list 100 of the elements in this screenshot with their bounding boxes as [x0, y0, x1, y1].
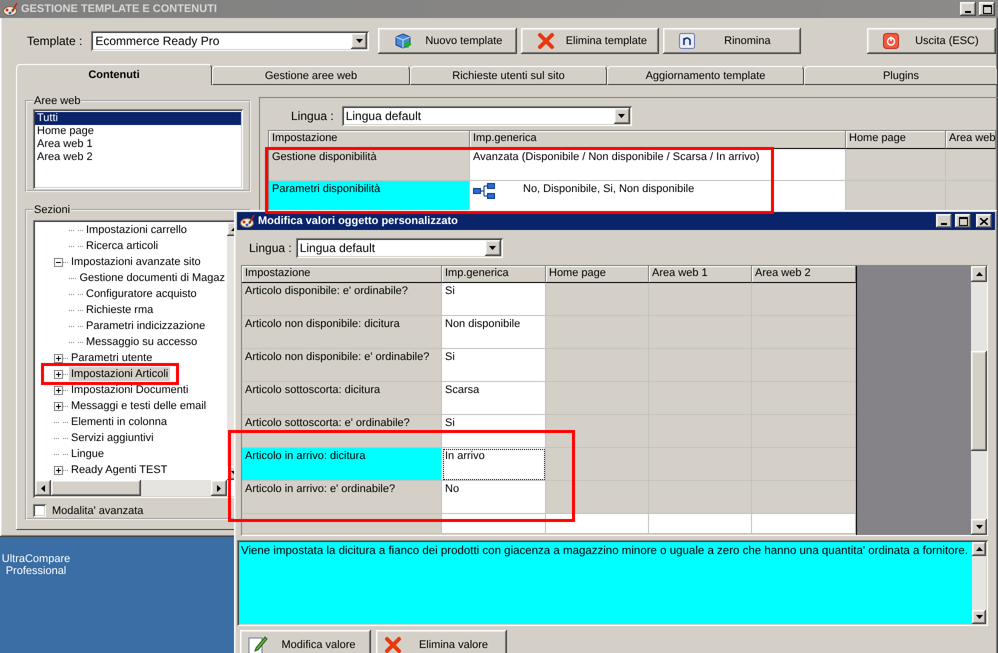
tree-item[interactable]: Gestione documenti di Magaz — [77, 271, 227, 285]
table-cell[interactable]: Avanzata (Disponibile / Non disponibile / Scarsa / In arrivo) — [470, 149, 846, 181]
plus-icon[interactable] — [54, 386, 63, 394]
toolbar-button[interactable]: Rinomina — [663, 28, 802, 54]
scroll-left-button[interactable] — [35, 480, 51, 496]
column-header[interactable]: Imp.generica — [442, 266, 546, 283]
plus-icon[interactable] — [54, 370, 63, 378]
scroll-right-button[interactable] — [211, 480, 227, 496]
table-cell[interactable]: Si — [442, 283, 546, 316]
minus-icon[interactable] — [54, 258, 63, 266]
desktop-icon-label[interactable]: UltraCompare Professional — [0, 553, 72, 577]
dropdown-field[interactable]: Lingua default — [342, 106, 632, 126]
cell-text: Avanzata (Disponibile / Non disponibile / Scarsa / In arrivo) — [473, 151, 760, 164]
tree-item[interactable]: Parametri utente — [69, 351, 154, 365]
scroll-up-button[interactable] — [972, 542, 986, 556]
tree-item[interactable]: Impostazioni Articoli — [69, 367, 170, 381]
pencil-document-icon — [248, 634, 268, 653]
column-header[interactable]: Impostazione — [242, 266, 442, 283]
language-label: Lingua : — [291, 108, 334, 122]
table-cell[interactable]: Parametri disponibilità — [269, 181, 470, 213]
tab[interactable]: Contenuti — [16, 64, 212, 85]
caret-icon — [976, 615, 982, 619]
plus-icon[interactable] — [54, 466, 63, 474]
table-cell[interactable]: Scarsa — [442, 382, 546, 415]
maximize-button[interactable] — [955, 214, 971, 228]
dialog-title: Modifica valori oggetto personalizzato — [258, 215, 459, 227]
dropdown-field[interactable]: Lingua default — [296, 238, 503, 258]
table-cell[interactable]: Articolo sottoscorta: dicitura — [242, 382, 442, 415]
dropdown-button[interactable] — [351, 33, 368, 49]
tree-item[interactable]: Richieste rma — [84, 303, 156, 317]
caret-icon — [217, 484, 221, 492]
tree-item[interactable]: Parametri indicizzazione — [84, 319, 208, 333]
table-cell[interactable]: Si — [442, 415, 546, 448]
tree-item[interactable]: Lingue — [69, 447, 106, 461]
column-header[interactable]: Area web 2 — [752, 266, 856, 283]
table-cell[interactable]: In arrivo — [442, 448, 546, 481]
scroll-up-button[interactable] — [971, 266, 987, 282]
checkbox[interactable] — [33, 504, 46, 517]
list-item[interactable]: Area web 1 — [35, 138, 241, 151]
tree-item[interactable]: Servizi aggiuntivi — [69, 431, 156, 445]
plus-icon[interactable] — [54, 354, 63, 362]
column-header[interactable]: Home page — [846, 131, 946, 149]
caret-icon — [356, 39, 363, 43]
minimize-button[interactable] — [960, 2, 976, 16]
toolbar-button[interactable]: Uscita (ESC) — [867, 28, 996, 54]
dropdown-button[interactable] — [614, 108, 630, 124]
caret-icon — [976, 272, 982, 276]
table-cell[interactable]: Articolo non disponibile: e' ordinabile? — [242, 349, 442, 382]
minimize-button[interactable] — [936, 214, 952, 228]
list-item[interactable]: Home page — [35, 125, 241, 138]
scroll-down-button[interactable] — [972, 610, 986, 624]
table-cell[interactable]: Articolo in arrivo: e' ordinabile? — [242, 481, 442, 514]
list-item[interactable]: Tutti — [35, 112, 241, 125]
toolbar-button[interactable]: Elimina template — [521, 28, 660, 54]
tree-item[interactable]: Ready Agenti TEST — [69, 463, 170, 477]
tree-item[interactable]: Messaggi e testi delle email — [69, 399, 208, 413]
table-cell[interactable]: Si — [442, 349, 546, 382]
tab[interactable]: Plugins — [804, 66, 998, 85]
column-header[interactable]: Home page — [546, 266, 649, 283]
plus-icon[interactable] — [54, 402, 63, 410]
vertical-scrollbar[interactable] — [972, 542, 986, 624]
tree-item[interactable]: Impostazioni avanzate sito — [69, 255, 203, 269]
maximize-button[interactable] — [979, 2, 995, 16]
tree-item[interactable]: Elementi in colonna — [69, 415, 170, 429]
scroll-down-button[interactable] — [971, 519, 987, 535]
toolbar-button[interactable]: Nuovo template — [378, 28, 518, 54]
table-cell[interactable]: Articolo non disponibile: dicitura — [242, 316, 442, 349]
cross-icon — [384, 636, 402, 653]
tree-item[interactable]: Impostazioni carrello — [84, 223, 189, 237]
tree-item[interactable]: Ricerca articoli — [84, 239, 160, 253]
action-button[interactable]: Modifica valore — [240, 630, 371, 653]
caret-icon — [618, 114, 626, 118]
table-cell[interactable]: Gestione disponibilità — [269, 149, 470, 181]
table-cell[interactable]: Articolo sottoscorta: e' ordinabile? — [242, 415, 442, 448]
action-button[interactable]: Elimina valore — [376, 630, 507, 653]
table-cell[interactable]: Articolo disponibile: e' ordinabile? — [242, 283, 442, 316]
column-header[interactable]: Area web 1 — [649, 266, 752, 283]
vertical-scrollbar[interactable] — [971, 266, 987, 535]
language-label: Lingua : — [249, 240, 292, 254]
maximize-icon — [982, 4, 992, 14]
column-header[interactable]: Imp.generica — [470, 131, 846, 149]
tree-item[interactable]: Configuratore acquisto — [84, 287, 199, 301]
caret-icon — [976, 525, 982, 529]
dropdown-field[interactable]: Ecommerce Ready Pro — [91, 31, 370, 51]
tree-item[interactable]: Messaggio su accesso — [84, 335, 200, 349]
tab[interactable]: Richieste utenti sul sito — [410, 66, 607, 85]
caret-icon — [41, 484, 45, 492]
list-item[interactable]: Area web 2 — [35, 151, 241, 164]
tab[interactable]: Gestione aree web — [212, 66, 410, 85]
template-label: Template : — [27, 34, 82, 48]
column-header[interactable]: Area web — [946, 131, 996, 149]
table-cell[interactable]: No — [442, 481, 546, 514]
tab[interactable]: Aggiornamento template — [607, 66, 804, 85]
horizontal-scrollbar[interactable] — [35, 480, 227, 496]
dropdown-button[interactable] — [484, 240, 501, 256]
tree-item[interactable]: Impostazioni Documenti — [69, 383, 190, 397]
close-button[interactable] — [976, 214, 992, 228]
table-cell[interactable]: Articolo in arrivo: dicitura — [242, 448, 442, 481]
table-cell[interactable]: No, Disponibile, Si, Non disponibile — [470, 181, 846, 213]
table-cell[interactable]: Non disponibile — [442, 316, 546, 349]
